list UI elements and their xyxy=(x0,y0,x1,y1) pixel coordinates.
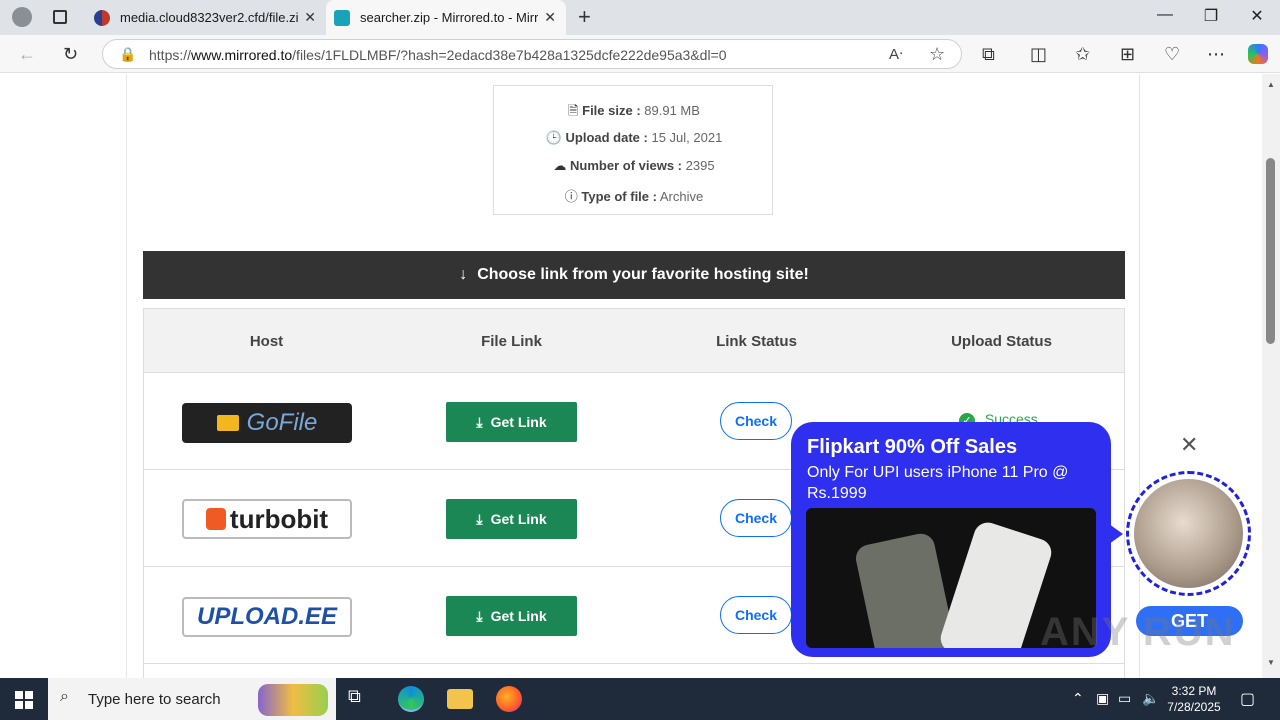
tab-actions-icon[interactable] xyxy=(53,10,67,24)
header-upload-status: Upload Status xyxy=(951,333,1052,350)
split-screen-icon[interactable]: ◫ xyxy=(1030,44,1047,65)
download-icon: ⤓ xyxy=(476,510,483,527)
page-scrollbar[interactable]: ▲ ▼ xyxy=(1262,74,1280,678)
scroll-up-icon[interactable]: ▲ xyxy=(1267,80,1275,89)
check-button[interactable]: Check xyxy=(720,596,792,634)
network-icon[interactable]: ▭ xyxy=(1118,690,1131,707)
minimize-button[interactable]: — xyxy=(1145,6,1185,24)
file-info-box: 🗎 File size : 89.91 MB 🕒 Upload date : 1… xyxy=(493,85,773,215)
volume-icon[interactable]: 🔈 xyxy=(1142,690,1159,707)
info-icon: ⓘ xyxy=(564,189,578,204)
upload-date-value: 15 Jul, 2021 xyxy=(651,130,723,145)
maximize-button[interactable]: ❐ xyxy=(1191,6,1231,26)
url-text[interactable]: https://www.mirrored.to/files/1FLDLMBF/?… xyxy=(149,47,727,63)
tab-title: media.cloud8323ver2.cfd/file.zip? xyxy=(120,10,298,25)
more-menu-icon[interactable]: ⋯ xyxy=(1207,44,1225,65)
file-size-row: 🗎 File size : 89.91 MB xyxy=(494,102,774,124)
read-aloud-icon[interactable]: Aᐧ xyxy=(889,45,903,63)
favicon-icon xyxy=(94,9,110,26)
address-bar-row: ← ↻ 🔒 https://www.mirrored.to/files/1FLD… xyxy=(0,35,1280,73)
favorite-star-icon[interactable]: ☆ xyxy=(929,44,945,65)
new-tab-button[interactable]: + xyxy=(578,4,591,30)
profile-icon[interactable] xyxy=(12,7,32,27)
taskbar-clock[interactable]: 3:32 PM 7/28/2025 xyxy=(1158,683,1230,715)
favorites-icon[interactable]: ✩ xyxy=(1075,44,1090,65)
tab-media-cloud[interactable]: media.cloud8323ver2.cfd/file.zip? ✕ xyxy=(86,0,326,35)
cloud-icon: ☁ xyxy=(553,158,567,173)
get-link-button[interactable]: ⤓ Get Link xyxy=(446,499,577,539)
refresh-icon[interactable]: ↻ xyxy=(63,44,78,65)
lock-icon[interactable]: 🔒 xyxy=(119,46,136,63)
get-link-button[interactable]: ⤓ Get Link xyxy=(446,402,577,442)
scroll-down-icon[interactable]: ▼ xyxy=(1267,658,1275,667)
close-tab-icon[interactable]: ✕ xyxy=(304,9,316,26)
clock-date: 7/28/2025 xyxy=(1167,700,1221,714)
start-button[interactable] xyxy=(15,691,33,709)
views-row: ☁ Number of views : 2395 xyxy=(494,158,774,174)
tray-device-icon[interactable]: ▣ xyxy=(1096,690,1109,707)
upload-date-row: 🕒 Upload date : 15 Jul, 2021 xyxy=(494,130,774,146)
file-icon: 🗎 xyxy=(568,103,579,118)
header-file-link: File Link xyxy=(481,333,542,350)
performance-icon[interactable]: ♡ xyxy=(1164,44,1180,65)
search-placeholder: Type here to search xyxy=(88,691,221,708)
file-size-value: 89.91 MB xyxy=(644,103,700,118)
gofile-folder-icon xyxy=(216,415,239,431)
search-highlight-icon xyxy=(258,684,328,716)
ad-text: Only For UPI users iPhone 11 Pro @ Rs.19… xyxy=(807,464,1069,502)
ad-pointer xyxy=(1109,524,1123,544)
file-type-row: ⓘ Type of file : Archive xyxy=(494,186,774,205)
task-view-icon[interactable]: ⧉ xyxy=(348,686,374,712)
ad-title: Flipkart 90% Off Sales xyxy=(807,436,1018,458)
table-header: Host File Link Link Status Upload Status xyxy=(144,309,1124,373)
banner-text: Choose link from your favorite hosting s… xyxy=(477,266,809,283)
upload-date-label: Upload date : xyxy=(565,130,648,145)
views-label: Number of views : xyxy=(570,158,683,173)
clock-time: 3:32 PM xyxy=(1171,684,1217,698)
file-type-label: Type of file : xyxy=(581,189,657,204)
close-window-button[interactable]: ✕ xyxy=(1237,6,1277,26)
taskbar-search[interactable]: ⌕ Type here to search xyxy=(48,678,336,720)
copilot-icon[interactable] xyxy=(1248,44,1268,64)
search-icon: ⌕ xyxy=(60,688,69,705)
file-explorer-icon[interactable] xyxy=(447,689,473,709)
extensions-icon[interactable]: ⧉ xyxy=(982,44,995,65)
views-value: 2395 xyxy=(685,158,715,173)
close-ad-icon[interactable]: ✕ xyxy=(1180,432,1198,458)
phone-front-image xyxy=(937,518,1055,648)
scroll-thumb[interactable] xyxy=(1266,158,1275,344)
address-bar[interactable]: 🔒 https://www.mirrored.to/files/1FLDLMBF… xyxy=(102,39,962,69)
turbobit-icon xyxy=(205,508,226,530)
windows-taskbar: ⌕ Type here to search ⧉ ⌃ ▣ ▭ 🔈 3:32 PM … xyxy=(0,678,1280,720)
header-link-status: Link Status xyxy=(716,333,797,350)
clock-icon: 🕒 xyxy=(545,130,562,145)
upload-ee-logo[interactable]: UPLOAD.EE xyxy=(182,597,352,637)
turbobit-logo[interactable]: turbobit xyxy=(182,499,352,539)
file-size-label: File size : xyxy=(582,103,641,118)
arrow-down-icon: ↓ xyxy=(459,266,468,283)
close-tab-icon[interactable]: ✕ xyxy=(544,9,556,26)
check-button[interactable]: Check xyxy=(720,402,792,440)
tab-title: searcher.zip - Mirrored.to - Mirror xyxy=(360,10,538,25)
get-link-button[interactable]: ⤓ Get Link xyxy=(446,596,577,636)
gofile-logo[interactable]: GoFile xyxy=(182,403,352,443)
anyrun-watermark: ANY RUN xyxy=(1040,610,1236,654)
download-icon: ⤓ xyxy=(476,413,483,430)
notifications-icon[interactable]: ▢ xyxy=(1240,689,1255,709)
tab-mirrored[interactable]: searcher.zip - Mirrored.to - Mirror ✕ xyxy=(326,0,566,35)
ad-product-thumbnail[interactable] xyxy=(1126,471,1251,596)
back-icon[interactable]: ← xyxy=(18,44,36,65)
file-type-value: Archive xyxy=(659,189,704,204)
favicon-icon xyxy=(334,9,350,26)
tray-chevron-icon[interactable]: ⌃ xyxy=(1072,690,1084,707)
check-button[interactable]: Check xyxy=(720,499,792,537)
firefox-icon[interactable] xyxy=(496,686,522,712)
header-host: Host xyxy=(249,333,284,350)
choose-link-banner: ↓ Choose link from your favorite hosting… xyxy=(143,251,1125,299)
download-icon: ⤓ xyxy=(476,607,483,624)
edge-icon[interactable] xyxy=(398,686,424,712)
collections-icon[interactable]: ⊞ xyxy=(1120,44,1135,65)
tab-bar: media.cloud8323ver2.cfd/file.zip? ✕ sear… xyxy=(0,0,1280,35)
